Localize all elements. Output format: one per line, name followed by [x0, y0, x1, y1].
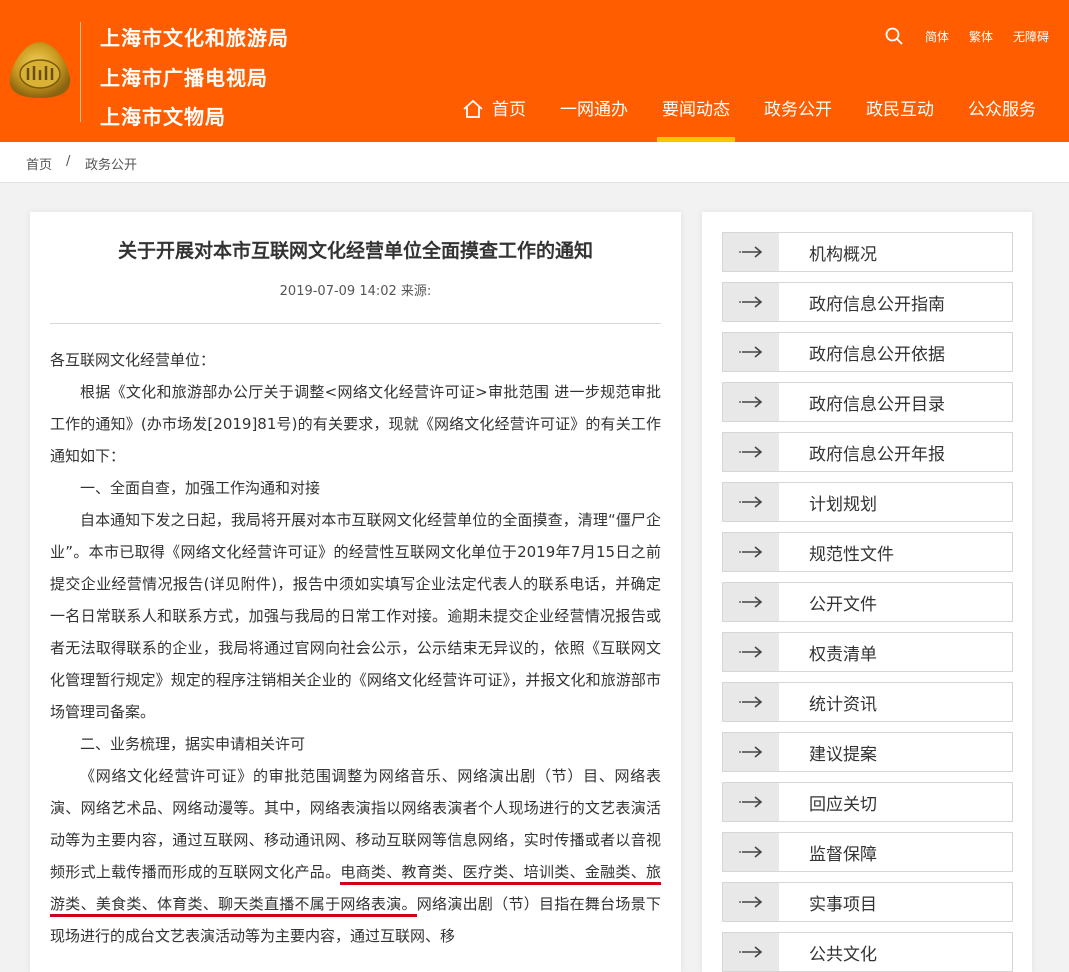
arrow-right-icon — [723, 783, 779, 821]
sidebar-item[interactable]: 公共文化 — [722, 932, 1013, 972]
sidebar-item-label: 统计资讯 — [809, 694, 877, 715]
sidebar: 机构概况政府信息公开指南 政府信息公开依据 政府信息公开目录 政府信息公开年报 计划规划… — [702, 212, 1032, 972]
org-name-culture-tourism: 上海市文化和旅游局 — [100, 26, 289, 50]
arrow-right-icon — [723, 433, 779, 471]
sidebar-item[interactable]: 机构概况 — [722, 232, 1013, 272]
title-divider — [50, 323, 661, 324]
nav-public-services[interactable]: 公众服务 — [951, 96, 1053, 142]
simplified-chinese-link[interactable]: 简体 — [925, 28, 949, 45]
sidebar-item-label: 政府信息公开年报 — [809, 444, 945, 465]
traditional-chinese-link[interactable]: 繁体 — [969, 28, 993, 45]
article-meta: 2019-07-09 14:02 来源: — [279, 284, 432, 299]
sidebar-item-label: 实事项目 — [809, 894, 877, 915]
article-heading-2: 二、业务梳理，据实申请相关许可 — [80, 735, 306, 753]
sidebar-item[interactable]: 回应关切 — [722, 782, 1013, 822]
arrow-right-icon — [723, 833, 779, 871]
nav-public-interaction[interactable]: 政民互动 — [849, 96, 951, 142]
nav-home[interactable]: 首页 — [462, 96, 543, 142]
sidebar-item[interactable]: 建议提案 — [722, 732, 1013, 772]
sidebar-item-label: 政府信息公开依据 — [809, 344, 945, 365]
sidebar-item-label: 权责清单 — [809, 644, 877, 665]
nav-one-stop-service[interactable]: 一网通办 — [543, 96, 645, 142]
sidebar-item[interactable]: 计划规划 — [722, 482, 1013, 522]
org-name-cultural-relics: 上海市文物局 — [100, 105, 226, 129]
sidebar-item[interactable]: 规范性文件 — [722, 532, 1013, 572]
sidebar-item[interactable]: 权责清单 — [722, 632, 1013, 672]
article-body: 各互联网文化经营单位： 根据《文化和旅游部办公厅关于调整<网络文化经营许可证>审… — [50, 344, 661, 952]
nav-news[interactable]: 要闻动态 — [645, 96, 747, 142]
arrow-right-icon — [723, 633, 779, 671]
top-tools: 简体 繁体 无障碍 — [885, 22, 1069, 50]
sidebar-item[interactable]: 统计资讯 — [722, 682, 1013, 722]
nav-government-affairs[interactable]: 政务公开 — [747, 96, 849, 142]
arrow-right-icon — [723, 483, 779, 521]
logo-divider — [80, 22, 81, 122]
sidebar-item-label: 计划规划 — [809, 494, 877, 515]
article-title: 关于开展对本市互联网文化经营单位全面摸查工作的通知 — [117, 240, 593, 262]
sidebar-item-label: 机构概况 — [809, 244, 877, 265]
arrow-right-icon — [723, 933, 779, 971]
breadcrumb-home[interactable]: 首页 — [26, 154, 52, 173]
sidebar-item[interactable]: 公开文件 — [722, 582, 1013, 622]
sidebar-item-label: 监督保障 — [809, 844, 877, 865]
main-nav: 首页 一网通办 要闻动态 政务公开 政民互动 公众服务 — [462, 96, 1053, 142]
sidebar-item[interactable]: 政府信息公开依据 — [722, 332, 1013, 372]
sidebar-item-label: 政府信息公开目录 — [809, 394, 945, 415]
org-name-broadcast: 上海市广播电视局 — [100, 66, 268, 90]
breadcrumb: 首页 / 政务公开 — [0, 142, 1069, 183]
sidebar-item-label: 政府信息公开指南 — [809, 294, 945, 315]
arrow-right-icon — [723, 883, 779, 921]
sidebar-item[interactable]: 政府信息公开指南 — [722, 282, 1013, 322]
sidebar-item[interactable]: 实事项目 — [722, 882, 1013, 922]
site-header: 上海市文化和旅游局 上海市广播电视局 上海市文物局 简体 繁体 无障碍 首页 一… — [0, 0, 1069, 142]
sidebar-item-label: 回应关切 — [809, 794, 877, 815]
sidebar-item[interactable]: 政府信息公开年报 — [722, 432, 1013, 472]
sidebar-item[interactable]: 监督保障 — [722, 832, 1013, 872]
search-icon[interactable] — [885, 27, 903, 45]
arrow-right-icon — [723, 333, 779, 371]
article-paragraph: 《网络文化经营许可证》的审批范围调整为网络音乐、网络演出剧（节）目、网络表演、网… — [50, 760, 661, 952]
home-icon — [463, 99, 483, 118]
arrow-right-icon — [723, 583, 779, 621]
nav-home-label: 首页 — [492, 100, 526, 120]
sidebar-item-label: 公共文化 — [809, 944, 877, 965]
article-heading-1: 一、全面自查，加强工作沟通和对接 — [80, 479, 321, 497]
breadcrumb-current[interactable]: 政务公开 — [85, 154, 137, 173]
bureau-logo[interactable] — [6, 40, 74, 100]
article-greeting: 各互联网文化经营单位： — [50, 351, 216, 369]
accessibility-link[interactable]: 无障碍 — [1013, 28, 1049, 45]
arrow-right-icon — [723, 533, 779, 571]
sidebar-item[interactable]: 政府信息公开目录 — [722, 382, 1013, 422]
article-paragraph: 自本通知下发之日起，我局将开展对本市互联网文化经营单位的全面摸查，清理“僵尸企业… — [50, 511, 661, 721]
arrow-right-icon — [723, 283, 779, 321]
arrow-right-icon — [723, 383, 779, 421]
arrow-right-icon — [723, 733, 779, 771]
breadcrumb-separator: / — [66, 154, 71, 169]
arrow-right-icon — [723, 683, 779, 721]
article-card: 关于开展对本市互联网文化经营单位全面摸查工作的通知 2019-07-09 14:… — [30, 212, 681, 972]
sidebar-item-label: 建议提案 — [809, 744, 877, 765]
arrow-right-icon — [723, 233, 779, 271]
sidebar-item-label: 公开文件 — [809, 594, 877, 615]
article-paragraph: 根据《文化和旅游部办公厅关于调整<网络文化经营许可证>审批范围 进一步规范审批工… — [50, 383, 661, 465]
sidebar-item-label: 规范性文件 — [809, 544, 894, 565]
